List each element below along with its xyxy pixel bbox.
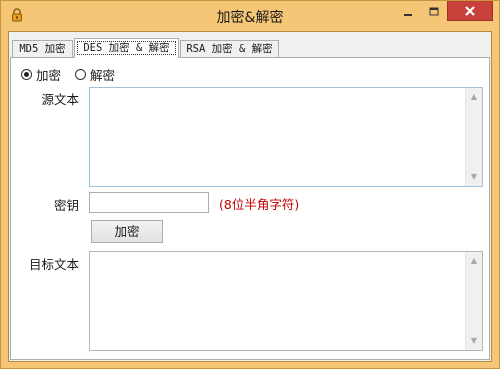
title-bar[interactable]: 加密&解密: [1, 1, 499, 31]
app-window: 加密&解密 MD5 加密 DES 加密 & 解密 RSA 加密 & 解密 加密 …: [0, 0, 500, 369]
encrypt-button[interactable]: 加密: [91, 220, 163, 243]
scroll-up-icon[interactable]: ▲: [466, 256, 482, 266]
minimize-button[interactable]: [395, 1, 421, 22]
radio-decrypt[interactable]: 解密: [75, 65, 115, 84]
target-label: 目标文本: [28, 257, 79, 272]
radio-decrypt-label: 解密: [90, 68, 116, 83]
source-label: 源文本: [41, 92, 79, 107]
tab-rsa[interactable]: RSA 加密 & 解密: [180, 40, 279, 57]
tab-panel-des: 加密 解密 源文本 ▲ ▼ 密钥 (8位半角字符) 加密 目标文本 ▲ ▼: [10, 57, 490, 360]
close-button[interactable]: [447, 1, 493, 21]
tab-md5[interactable]: MD5 加密: [12, 40, 73, 57]
scroll-up-icon[interactable]: ▲: [466, 92, 482, 102]
close-icon: [465, 5, 475, 16]
radio-checked-icon: [21, 69, 32, 80]
minimize-icon: [404, 13, 412, 16]
radio-encrypt[interactable]: 加密: [21, 65, 61, 84]
tab-des-label: DES 加密 & 解密: [77, 41, 176, 55]
maximize-button[interactable]: [421, 1, 447, 22]
radio-unchecked-icon: [75, 69, 86, 80]
key-hint: (8位半角字符): [219, 197, 300, 212]
scroll-down-icon[interactable]: ▼: [466, 336, 482, 346]
tab-des[interactable]: DES 加密 & 解密: [74, 38, 179, 58]
target-scrollbar[interactable]: ▲ ▼: [465, 252, 482, 350]
client-area: MD5 加密 DES 加密 & 解密 RSA 加密 & 解密 加密 解密 源文本…: [8, 31, 492, 362]
maximize-icon: [429, 7, 439, 15]
key-label: 密钥: [53, 198, 79, 213]
key-input[interactable]: [89, 192, 209, 213]
source-textarea[interactable]: ▲ ▼: [89, 87, 483, 187]
source-scrollbar[interactable]: ▲ ▼: [465, 88, 482, 186]
scroll-down-icon[interactable]: ▼: [466, 172, 482, 182]
target-textarea[interactable]: ▲ ▼: [89, 251, 483, 351]
radio-encrypt-label: 加密: [36, 68, 62, 83]
